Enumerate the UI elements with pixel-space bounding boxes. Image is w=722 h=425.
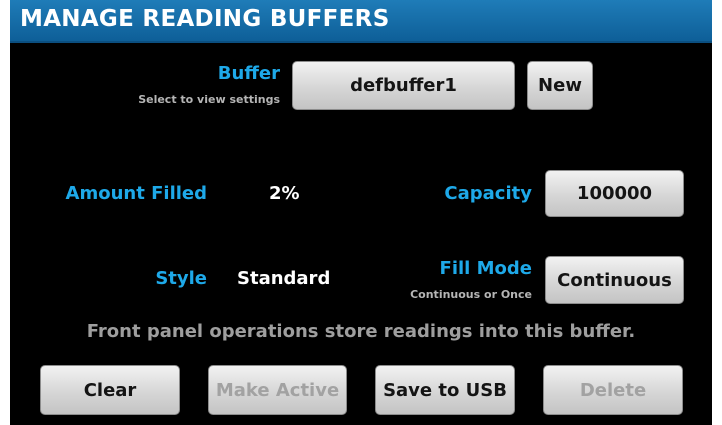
- fill-mode-button[interactable]: Continuous: [545, 256, 684, 304]
- info-text: Front panel operations store readings in…: [86, 321, 636, 342]
- fill-mode-sublabel: Continuous or Once: [410, 288, 532, 301]
- buffer-label: Buffer: [217, 63, 280, 84]
- amount-filled-value: 2%: [269, 183, 300, 204]
- delete-button[interactable]: Delete: [543, 365, 683, 415]
- capacity-label: Capacity: [444, 183, 532, 204]
- style-value: Standard: [237, 268, 331, 289]
- buffer-select-button[interactable]: defbuffer1: [292, 61, 515, 110]
- save-to-usb-button[interactable]: Save to USB: [375, 365, 515, 415]
- clear-button[interactable]: Clear: [40, 365, 180, 415]
- capacity-button[interactable]: 100000: [545, 170, 684, 217]
- buffer-sublabel: Select to view settings: [138, 93, 280, 106]
- manage-buffers-screen: MANAGE READING BUFFERS Buffer Select to …: [10, 0, 712, 425]
- page-title: MANAGE READING BUFFERS: [20, 6, 390, 32]
- make-active-button[interactable]: Make Active: [208, 365, 347, 415]
- style-label: Style: [155, 268, 207, 289]
- fill-mode-label: Fill Mode: [439, 258, 532, 279]
- amount-filled-label: Amount Filled: [65, 183, 207, 204]
- new-buffer-button[interactable]: New: [527, 61, 593, 110]
- title-bar: MANAGE READING BUFFERS: [10, 0, 712, 43]
